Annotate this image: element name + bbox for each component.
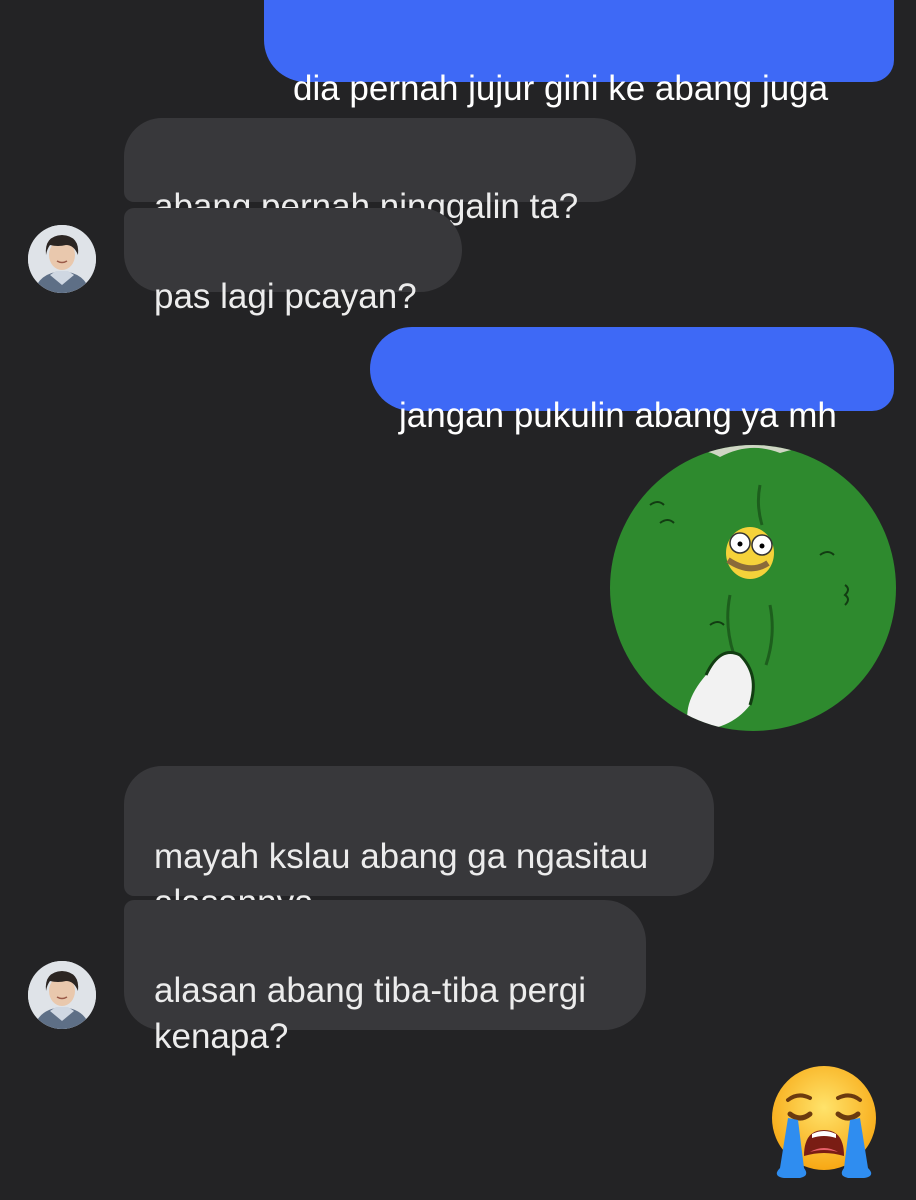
- message-text: alasan abang tiba-tiba pergi kenapa?: [154, 971, 586, 1056]
- message-bubble-received[interactable]: pas lagi pcayan?: [124, 208, 462, 316]
- message-bubble-received[interactable]: alasan abang tiba-tiba pergi kenapa?: [124, 900, 646, 1056]
- avatar-photo: [28, 225, 96, 293]
- message-text: pas lagi pcayan?: [154, 277, 417, 316]
- message-bubble-received[interactable]: abang pernah ninggalin ta?: [124, 118, 636, 226]
- message-bubble-received[interactable]: mayah kslau abang ga ngasitau alasannya.: [124, 766, 714, 922]
- message-bubble-sent[interactable]: jangan pukulin abang ya mh: [370, 327, 894, 435]
- message-bubble-sent[interactable]: dia pernah jujur gini ke abang juga: [264, 0, 894, 108]
- sticker-homer-hedge[interactable]: [610, 445, 896, 731]
- contact-avatar[interactable]: [28, 225, 96, 293]
- message-text: jangan pukulin abang ya mh: [399, 396, 837, 435]
- message-text: dia pernah jujur gini ke abang juga: [293, 69, 829, 108]
- crying-face-icon: [772, 1066, 876, 1178]
- contact-avatar[interactable]: [28, 961, 96, 1029]
- homer-hedge-sticker-image: [610, 445, 896, 731]
- loudly-crying-face-emoji[interactable]: [766, 1064, 882, 1180]
- avatar-photo: [28, 961, 96, 1029]
